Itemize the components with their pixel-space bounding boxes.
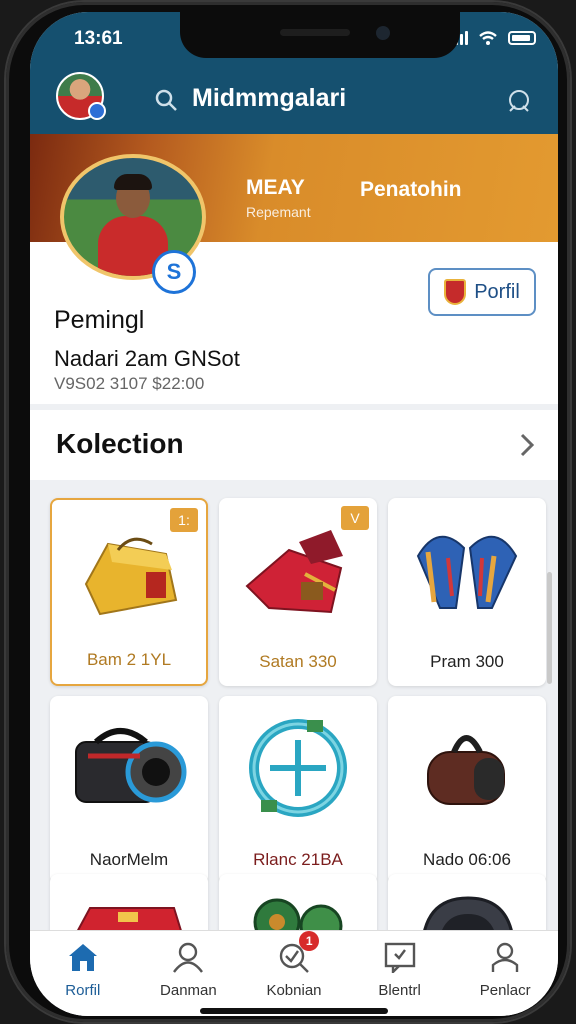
shield-icon [444, 279, 467, 305]
nav-label: Rorfil [65, 982, 101, 999]
item-label: NaorMelm [89, 850, 169, 869]
scrollbar[interactable] [547, 572, 552, 684]
collection-item[interactable]: Pram 300 [388, 498, 546, 686]
banner-stat-1: MEAY Repemant [246, 176, 311, 220]
nav-item-penlacr[interactable]: Penlacr [452, 931, 558, 1016]
collection-title: Kolection [56, 428, 184, 459]
home-icon [68, 944, 97, 971]
collection-item[interactable]: V Satan 330 [219, 498, 377, 686]
nav-label: Kobnian [266, 982, 322, 999]
status-icons [450, 30, 536, 46]
verified-badge-icon: S [152, 250, 196, 294]
item-label: Pram 300 [430, 652, 504, 671]
red-bag-icon [245, 530, 343, 614]
phone-frame: 13:61 Midmmgalari MEAY Repemant Penatohi… [6, 2, 570, 1022]
battery-icon [508, 31, 536, 45]
notification-icon[interactable] [504, 86, 534, 116]
status-time: 13:61 [74, 28, 123, 49]
wifi-icon [479, 31, 497, 45]
nav-label: Penlacr [479, 982, 531, 999]
avatar-badge [88, 102, 106, 120]
item-label: Nado 06:06 [423, 850, 511, 869]
profile-button-label: Porfil [474, 280, 520, 303]
nav-item-danman[interactable]: Danman [136, 931, 242, 1016]
user-icon [173, 942, 204, 973]
profile-name: Pemingl [54, 306, 145, 334]
nav-item-profile[interactable]: Rorfil [30, 931, 136, 1016]
brown-bag-icon [427, 735, 505, 805]
search-icon[interactable] [154, 88, 180, 114]
person-icon [491, 942, 519, 972]
collection-item[interactable]: Rlanc 21BA [219, 696, 377, 884]
profile-button[interactable]: Porfil [428, 268, 536, 316]
collection-item[interactable]: NaorMelm [50, 696, 208, 884]
collection-item[interactable]: 1: Bam 2 1YL [50, 498, 208, 686]
banner-stat-2: Penatohin [360, 178, 462, 201]
banner-stat-1-value: MEAY [246, 176, 305, 199]
nav-item-kobnian[interactable]: 1 Kobnian [241, 931, 347, 1016]
ring-trophy-icon [249, 719, 347, 817]
scarf-icon [416, 535, 518, 609]
profile-team: Nadari 2am GNSot [54, 346, 240, 371]
yellow-bag-icon [84, 537, 178, 616]
chevron-right-icon[interactable] [518, 432, 536, 458]
nav-label: Blentrl [378, 982, 421, 999]
home-indicator[interactable] [200, 1008, 388, 1014]
item-label: Bam 2 1YL [86, 650, 172, 669]
profile-meta: V9S02 3107 $22:00 [54, 374, 205, 393]
banner-stat-1-label: Repemant [246, 204, 311, 220]
screen: 13:61 Midmmgalari MEAY Repemant Penatohi… [30, 12, 558, 1016]
message-icon [384, 942, 415, 975]
app-title: Midmmgalari [192, 84, 347, 112]
notch [180, 12, 460, 58]
item-label: Rlanc 21BA [253, 850, 343, 869]
collection-item[interactable]: Nado 06:06 [388, 696, 546, 884]
bottom-nav: Rorfil Danman 1 Kobnian Blentrl Penlacr [30, 930, 558, 1016]
nav-label: Danman [160, 982, 217, 999]
notification-badge: 1 [299, 931, 320, 951]
collection-header[interactable]: Kolection [30, 410, 558, 480]
camera-bag-icon [75, 728, 187, 803]
item-label: Satan 330 [259, 652, 337, 671]
user-avatar[interactable] [56, 72, 106, 120]
nav-item-blentrl[interactable]: Blentrl [347, 931, 453, 1016]
